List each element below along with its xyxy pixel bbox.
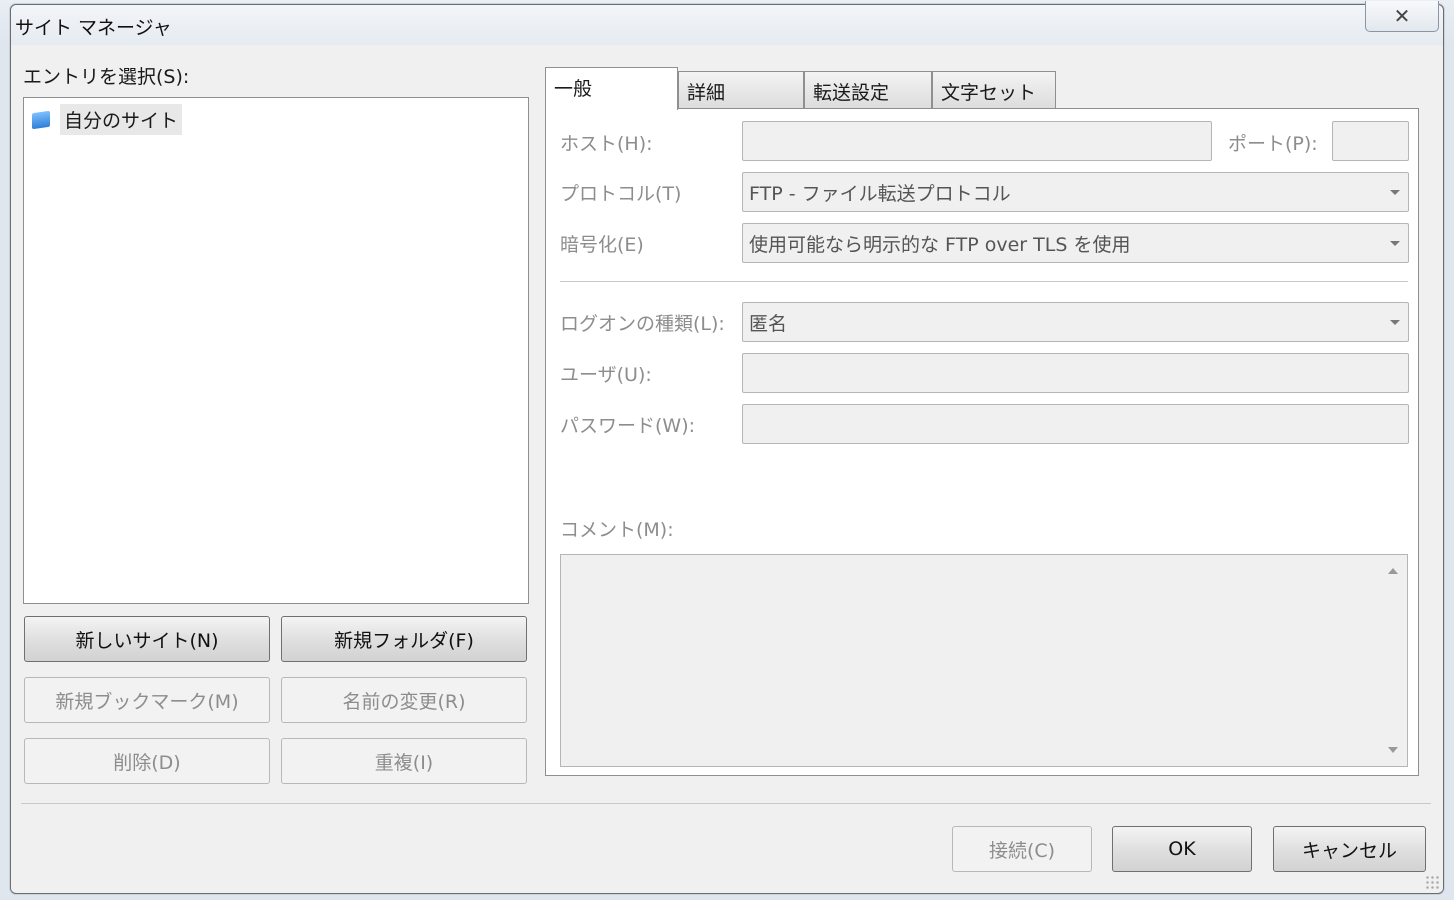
duplicate-button[interactable]: 重複(I) bbox=[281, 738, 527, 784]
general-panel: ホスト(H): ポート(P): プロトコル(T) FTP - ファイル転送プロト… bbox=[545, 108, 1419, 776]
protocol-value: FTP - ファイル転送プロトコル bbox=[749, 183, 1011, 205]
site-tree[interactable]: 自分のサイト bbox=[23, 97, 529, 604]
rename-button[interactable]: 名前の変更(R) bbox=[281, 677, 527, 723]
encryption-value: 使用可能なら明示的な FTP over TLS を使用 bbox=[749, 234, 1131, 256]
divider bbox=[560, 281, 1408, 282]
password-label: パスワード(W): bbox=[560, 415, 696, 437]
tab-charset[interactable]: 文字セット bbox=[932, 71, 1056, 109]
tree-item-label: 自分のサイト bbox=[60, 103, 183, 135]
connect-button[interactable]: 接続(C) bbox=[952, 826, 1092, 872]
protocol-label: プロトコル(T) bbox=[560, 183, 682, 205]
tab-transfer-settings[interactable]: 転送設定 bbox=[804, 71, 932, 109]
logon-type-value: 匿名 bbox=[749, 313, 788, 335]
footer-divider bbox=[21, 803, 1431, 804]
user-input[interactable] bbox=[742, 353, 1409, 393]
tab-advanced[interactable]: 詳細 bbox=[678, 71, 804, 109]
comment-label: コメント(M): bbox=[560, 519, 674, 541]
select-entry-label: エントリを選択(S): bbox=[23, 66, 190, 88]
encryption-select[interactable]: 使用可能なら明示的な FTP over TLS を使用 bbox=[742, 223, 1409, 263]
window-title: サイト マネージャ bbox=[15, 17, 172, 39]
scroll-up-icon[interactable] bbox=[1388, 568, 1398, 574]
chevron-down-icon bbox=[1390, 190, 1400, 195]
port-input[interactable] bbox=[1332, 121, 1409, 161]
new-folder-button[interactable]: 新規フォルダ(F) bbox=[281, 616, 527, 662]
chevron-down-icon bbox=[1390, 241, 1400, 246]
password-input[interactable] bbox=[742, 404, 1409, 444]
new-bookmark-button[interactable]: 新規ブックマーク(M) bbox=[24, 677, 270, 723]
folder-icon bbox=[32, 110, 50, 130]
encryption-label: 暗号化(E) bbox=[560, 234, 644, 256]
cancel-button[interactable]: キャンセル bbox=[1273, 826, 1426, 872]
user-label: ユーザ(U): bbox=[560, 364, 652, 386]
tab-general[interactable]: 一般 bbox=[545, 67, 678, 110]
port-label: ポート(P): bbox=[1228, 133, 1318, 155]
delete-button[interactable]: 削除(D) bbox=[24, 738, 270, 784]
close-button[interactable]: ✕ bbox=[1365, 1, 1439, 32]
new-site-button[interactable]: 新しいサイト(N) bbox=[24, 616, 270, 662]
title-bar: サイト マネージャ ✕ bbox=[11, 1, 1443, 45]
host-input[interactable] bbox=[742, 121, 1212, 161]
resize-grip-icon[interactable] bbox=[1425, 875, 1439, 889]
host-label: ホスト(H): bbox=[560, 133, 653, 155]
logon-type-label: ログオンの種類(L): bbox=[560, 313, 725, 335]
close-icon: ✕ bbox=[1393, 4, 1411, 28]
ok-button[interactable]: OK bbox=[1112, 826, 1252, 872]
protocol-select[interactable]: FTP - ファイル転送プロトコル bbox=[742, 172, 1409, 212]
chevron-down-icon bbox=[1390, 320, 1400, 325]
comment-textarea[interactable] bbox=[560, 554, 1408, 767]
scroll-down-icon[interactable] bbox=[1388, 747, 1398, 753]
site-manager-dialog: サイト マネージャ ✕ エントリを選択(S): 自分のサイト 新しいサイト(N)… bbox=[10, 1, 1444, 894]
tree-item-my-sites[interactable]: 自分のサイト bbox=[32, 103, 183, 135]
logon-type-select[interactable]: 匿名 bbox=[742, 302, 1409, 342]
